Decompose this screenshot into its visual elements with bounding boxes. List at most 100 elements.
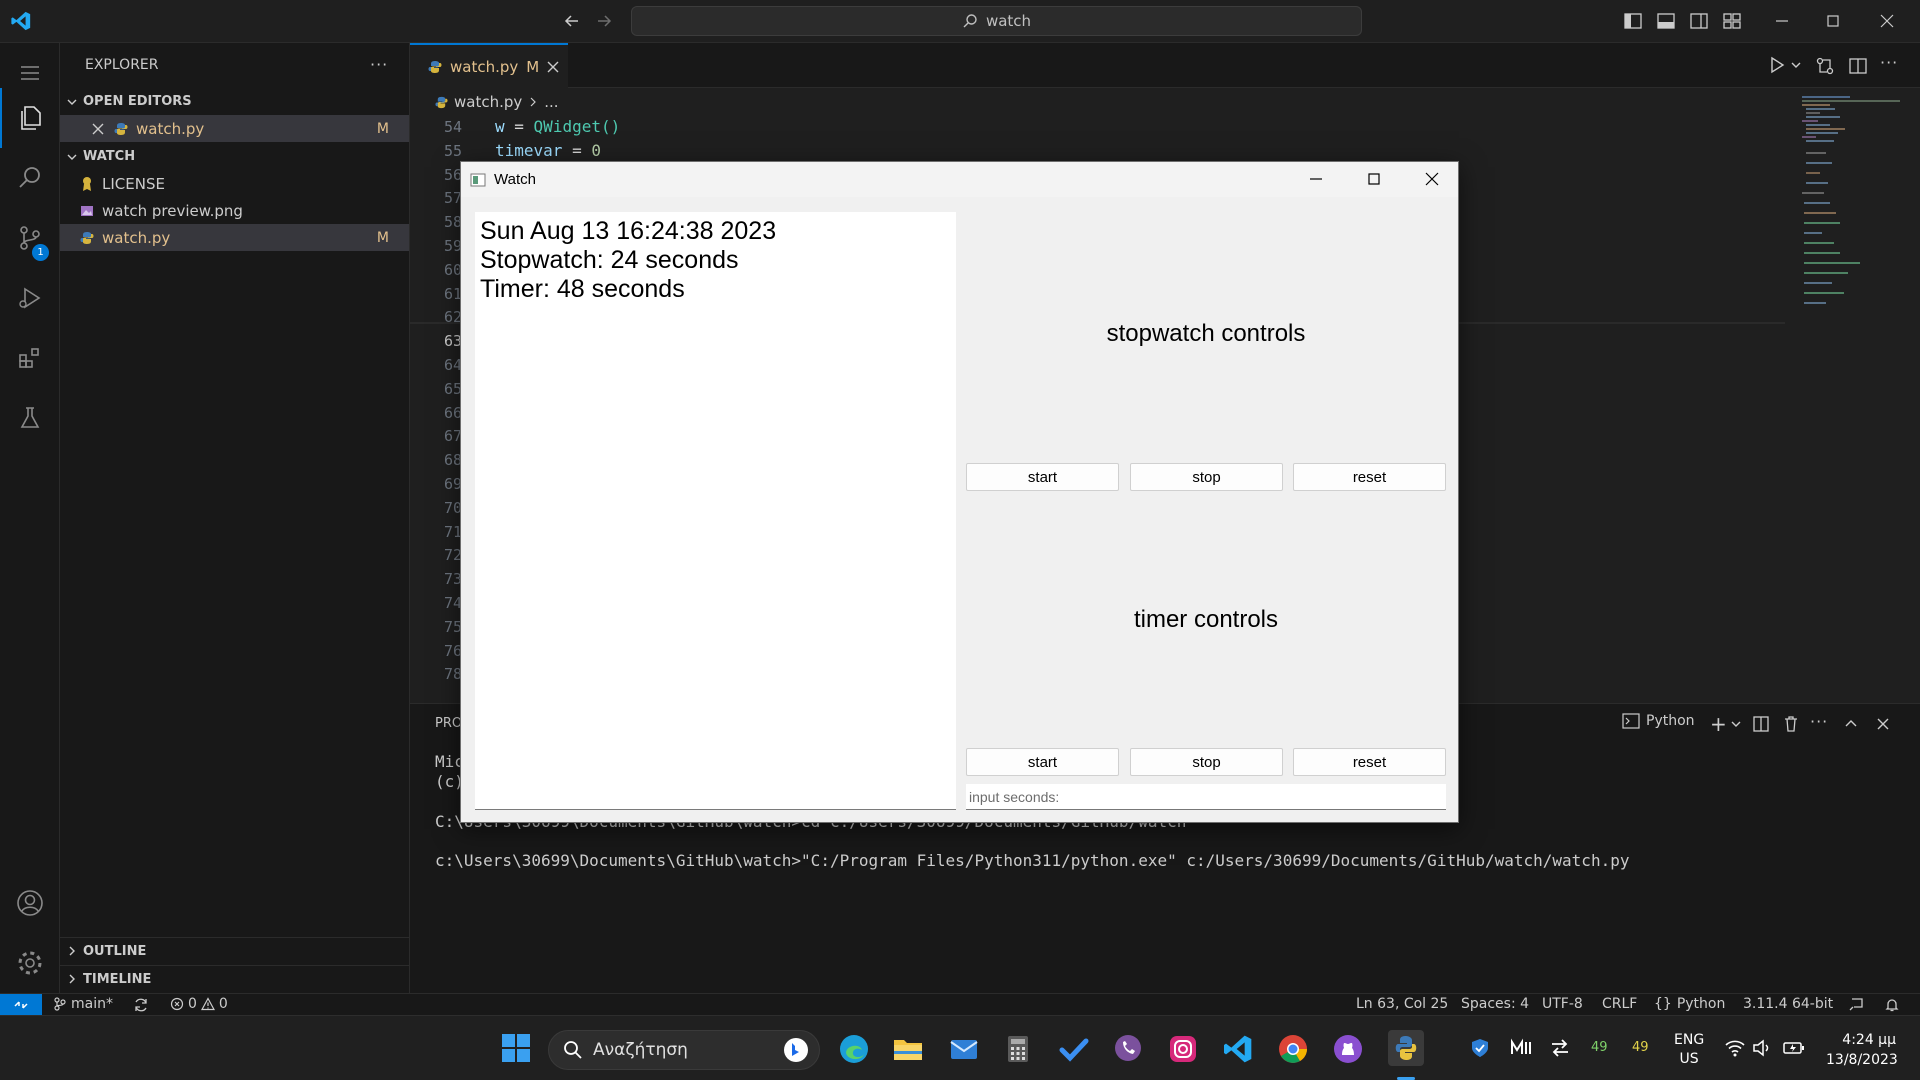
taskbar-search[interactable]: Αναζήτηση (548, 1030, 820, 1070)
watch-minimize-icon[interactable] (1305, 168, 1327, 190)
volume-icon[interactable] (1752, 1039, 1772, 1057)
timer-stop-button[interactable]: stop (1130, 748, 1283, 776)
watch-close-icon[interactable] (1421, 168, 1443, 190)
file-explorer-icon[interactable] (892, 1033, 924, 1065)
accounts-icon[interactable] (0, 873, 60, 933)
timer-reset-button[interactable]: reset (1293, 748, 1446, 776)
wifi-icon[interactable] (1725, 1039, 1745, 1057)
cursor-position[interactable]: Ln 63, Col 25 (1356, 996, 1448, 1012)
new-terminal-icon[interactable]: + (1710, 712, 1727, 736)
panel-more-actions-icon[interactable]: ··· (1810, 712, 1828, 731)
stopwatch-readout: Stopwatch: 24 seconds (480, 246, 739, 274)
sync-icon[interactable] (133, 997, 149, 1013)
notifications-bell-icon[interactable] (1884, 997, 1900, 1013)
tray-counter-1[interactable]: 49 (1591, 1040, 1608, 1055)
chrome-icon[interactable] (1277, 1033, 1309, 1065)
vscode-taskbar-icon[interactable] (1222, 1033, 1254, 1065)
run-dropdown-icon[interactable] (1790, 59, 1802, 71)
split-editor-icon[interactable] (1848, 56, 1868, 76)
problems-indicator[interactable]: 0 0 (170, 996, 228, 1012)
search-icon[interactable] (0, 148, 60, 208)
clock[interactable]: 4:24 μμ 13/8/2023 (1826, 1030, 1898, 1070)
watch-title-bar[interactable]: Watch (461, 162, 1458, 197)
settings-gear-icon[interactable] (0, 933, 60, 993)
stopwatch-stop-button[interactable]: stop (1130, 463, 1283, 491)
line-number: 71 (443, 522, 462, 541)
toggle-primary-sidebar-icon[interactable] (1622, 10, 1644, 32)
watch-maximize-icon[interactable] (1363, 168, 1385, 190)
viber-icon[interactable] (1112, 1033, 1144, 1065)
indentation[interactable]: Spaces: 4 (1461, 996, 1529, 1012)
end-of-line[interactable]: CRLF (1602, 996, 1637, 1012)
folder-section[interactable]: WATCH (60, 143, 409, 170)
feedback-icon[interactable] (1848, 997, 1864, 1013)
minimap[interactable] (1790, 93, 1900, 373)
instagram-icon[interactable] (1167, 1033, 1199, 1065)
defender-icon[interactable] (1470, 1038, 1490, 1058)
python-interpreter[interactable]: 3.11.4 64-bit (1743, 996, 1833, 1012)
windows-start-icon[interactable] (501, 1033, 533, 1065)
input-seconds-field[interactable]: input seconds: (966, 784, 1446, 810)
split-terminal-icon[interactable] (1752, 715, 1770, 733)
open-editors-section[interactable]: OPEN EDITORS (60, 88, 409, 115)
customize-layout-icon[interactable] (1721, 10, 1743, 32)
maximize-icon[interactable] (1822, 10, 1844, 32)
file-item-license[interactable]: LICENSE (60, 170, 409, 197)
file-item-watch-py[interactable]: watch.py M (60, 224, 409, 251)
python-app-icon[interactable] (1388, 1030, 1424, 1066)
kill-terminal-icon[interactable] (1782, 715, 1800, 733)
tray-counter-2[interactable]: 49 (1632, 1040, 1649, 1055)
command-center-search[interactable]: watch (631, 6, 1362, 36)
explorer-icon[interactable] (0, 88, 60, 148)
stopwatch-reset-button[interactable]: reset (1293, 463, 1446, 491)
warning-count: 0 (218, 996, 228, 1012)
battery-icon[interactable] (1783, 1039, 1805, 1057)
file-item-preview-png[interactable]: watch preview.png (60, 197, 409, 224)
git-branch[interactable]: main* (54, 996, 113, 1012)
more-actions-icon[interactable]: ··· (370, 55, 388, 74)
maximize-panel-icon[interactable] (1843, 716, 1859, 732)
input-language[interactable]: ENG US (1674, 1031, 1704, 1069)
timeline-section[interactable]: TIMELINE (60, 965, 409, 992)
media-app-icon[interactable] (1510, 1038, 1532, 1058)
run-python-icon[interactable] (1768, 56, 1786, 74)
line-number: 70 (443, 498, 462, 517)
network-transfer-icon[interactable] (1550, 1038, 1570, 1058)
remote-indicator-icon[interactable] (0, 994, 42, 1016)
open-changes-icon[interactable] (1815, 56, 1835, 76)
close-panel-icon[interactable] (1875, 716, 1891, 732)
editor-more-actions-icon[interactable]: ··· (1880, 53, 1898, 72)
run-debug-icon[interactable] (0, 268, 60, 328)
terminal-dropdown-icon[interactable] (1730, 718, 1742, 730)
line-number: 60 (443, 260, 462, 279)
terminal-icon (1622, 713, 1640, 729)
extensions-icon[interactable] (0, 328, 60, 388)
close-editor-icon[interactable] (92, 123, 104, 135)
language-mode[interactable]: {} Python (1654, 996, 1725, 1012)
terminal-selector[interactable]: Python (1622, 713, 1695, 729)
back-arrow-icon[interactable] (562, 11, 582, 31)
line-number: 72 (443, 546, 462, 565)
code-line[interactable]: timevar = 0 (495, 141, 601, 160)
minimize-icon[interactable] (1771, 10, 1793, 32)
outline-header: OUTLINE (83, 943, 147, 959)
timer-start-button[interactable]: start (966, 748, 1119, 776)
forward-arrow-icon[interactable] (594, 11, 614, 31)
testing-icon[interactable] (0, 388, 60, 448)
source-control-icon[interactable]: 1 (0, 208, 60, 268)
panel-tab-problems[interactable]: PRO (435, 716, 462, 731)
todo-icon[interactable] (1058, 1033, 1090, 1065)
outline-section[interactable]: OUTLINE (60, 937, 409, 964)
encoding[interactable]: UTF-8 (1542, 996, 1583, 1012)
code-line[interactable]: w = QWidget() (495, 117, 620, 136)
toggle-panel-icon[interactable] (1655, 10, 1677, 32)
github-desktop-icon[interactable] (1332, 1033, 1364, 1065)
stopwatch-start-button[interactable]: start (966, 463, 1119, 491)
toggle-secondary-sidebar-icon[interactable] (1688, 10, 1710, 32)
mail-icon[interactable] (948, 1033, 980, 1065)
edge-browser-icon[interactable] (838, 1033, 870, 1065)
activity-bar: 1 (0, 43, 60, 993)
calculator-icon[interactable] (1002, 1033, 1034, 1065)
open-editor-item[interactable]: watch.py M (60, 115, 409, 142)
close-icon[interactable] (1876, 10, 1898, 32)
